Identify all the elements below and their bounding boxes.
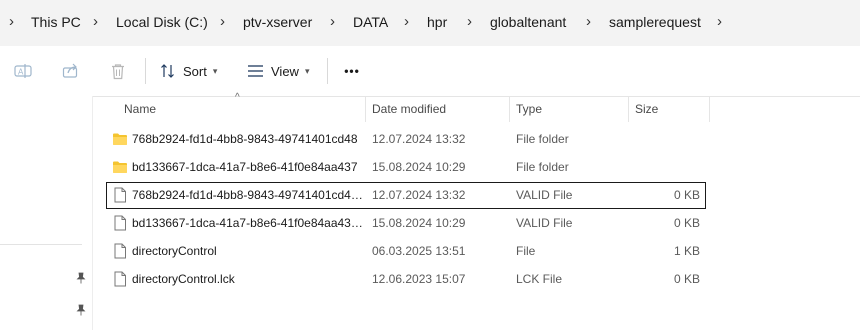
chevron-down-icon: ▾ <box>304 66 310 76</box>
file-date: 12.06.2023 15:07 <box>372 272 466 286</box>
file-type: File folder <box>516 160 569 174</box>
file-type: File folder <box>516 132 569 146</box>
view-icon <box>248 65 263 77</box>
file-row[interactable]: 768b2924-fd1d-4bb8-9843-49741401cd48 12.… <box>106 126 706 153</box>
breadcrumb-samplerequest[interactable]: samplerequest <box>609 14 701 30</box>
file-icon <box>114 271 126 287</box>
view-button[interactable]: View ▾ <box>247 46 317 96</box>
delete-icon[interactable] <box>107 46 129 96</box>
file-name: directoryControl <box>132 244 217 258</box>
breadcrumb-globaltenant[interactable]: globaltenant <box>490 14 566 30</box>
file-date: 15.08.2024 10:29 <box>372 216 466 230</box>
chevron-down-icon: ▾ <box>212 66 218 76</box>
folder-icon <box>113 161 127 173</box>
chevron-right-icon: › <box>9 13 14 30</box>
column-header-size[interactable]: Size <box>629 96 709 122</box>
file-icon <box>114 243 126 259</box>
file-date: 06.03.2025 13:51 <box>372 244 466 258</box>
chevron-right-icon: › <box>330 13 335 30</box>
file-name: directoryControl.lck <box>132 272 235 286</box>
file-type: LCK File <box>516 272 563 286</box>
breadcrumb-hpr[interactable]: hpr <box>427 14 447 30</box>
nav-divider <box>0 244 82 245</box>
more-options-button[interactable]: ••• <box>340 46 364 96</box>
column-header-name[interactable]: Name <box>106 96 364 122</box>
chevron-right-icon: › <box>404 13 409 30</box>
sort-button[interactable]: Sort ▾ <box>160 46 224 96</box>
file-name: 768b2924-fd1d-4bb8-9843-49741401cd48... <box>132 188 364 202</box>
column-header-type[interactable]: Type <box>510 96 628 122</box>
file-size: 0 KB <box>673 216 700 230</box>
file-row[interactable]: directoryControl 06.03.2025 13:51 File 1… <box>106 238 706 265</box>
sort-label: Sort <box>183 63 207 79</box>
chevron-right-icon[interactable]: › <box>717 13 722 30</box>
rename-icon[interactable]: A <box>12 46 34 96</box>
toolbar-divider <box>327 58 328 84</box>
file-row[interactable]: bd133667-1dca-41a7-b8e6-41f0e84aa437... … <box>106 210 706 237</box>
file-date: 12.07.2024 13:32 <box>372 132 466 146</box>
file-type: File <box>516 244 536 258</box>
file-name: bd133667-1dca-41a7-b8e6-41f0e84aa437 <box>132 160 358 174</box>
toolbar-divider <box>145 58 146 84</box>
chevron-right-icon: › <box>586 13 591 30</box>
navigation-pane[interactable] <box>0 96 93 330</box>
file-size: 0 KB <box>673 188 700 202</box>
pin-icon[interactable] <box>76 304 86 316</box>
file-date: 15.08.2024 10:29 <box>372 160 466 174</box>
breadcrumb-local-disk[interactable]: Local Disk (C:) <box>116 14 208 30</box>
view-label: View <box>271 63 299 79</box>
share-icon[interactable] <box>60 46 82 96</box>
column-divider[interactable] <box>709 96 710 122</box>
breadcrumb-this-pc[interactable]: This PC <box>31 14 81 30</box>
file-row[interactable]: 768b2924-fd1d-4bb8-9843-49741401cd48... … <box>106 182 706 209</box>
file-type: VALID File <box>516 188 573 202</box>
svg-text:A: A <box>18 68 24 77</box>
address-bar[interactable]: › This PC › Local Disk (C:) › ptv-xserve… <box>0 0 860 46</box>
file-row[interactable]: bd133667-1dca-41a7-b8e6-41f0e84aa437 15.… <box>106 154 706 181</box>
sort-icon <box>161 64 174 78</box>
chevron-right-icon: › <box>93 13 98 30</box>
folder-icon <box>113 133 127 145</box>
chevron-right-icon: › <box>467 13 472 30</box>
column-header-date-modified[interactable]: Date modified <box>366 96 509 122</box>
breadcrumb-data[interactable]: DATA <box>353 14 388 30</box>
file-icon <box>114 187 126 203</box>
chevron-right-icon: › <box>220 13 225 30</box>
file-size: 1 KB <box>673 244 700 258</box>
file-name: bd133667-1dca-41a7-b8e6-41f0e84aa437... <box>132 216 364 230</box>
file-date: 12.07.2024 13:32 <box>372 188 466 202</box>
breadcrumb-ptv-xserver[interactable]: ptv-xserver <box>243 14 312 30</box>
file-icon <box>114 215 126 231</box>
file-size: 0 KB <box>673 272 700 286</box>
command-bar: A Sort ▾ View ▾ ••• <box>0 46 860 97</box>
file-row[interactable]: directoryControl.lck 12.06.2023 15:07 LC… <box>106 266 706 293</box>
file-type: VALID File <box>516 216 573 230</box>
pin-icon[interactable] <box>76 272 86 284</box>
file-name: 768b2924-fd1d-4bb8-9843-49741401cd48 <box>132 132 358 146</box>
